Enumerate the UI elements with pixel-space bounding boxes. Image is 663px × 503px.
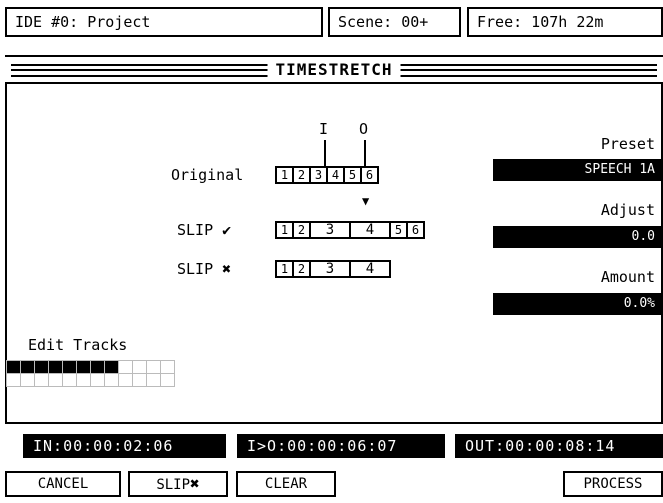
edit-track-cell[interactable] xyxy=(91,361,105,374)
edit-track-cell[interactable] xyxy=(63,361,77,374)
preset-field[interactable]: SPEECH 1A xyxy=(493,159,661,181)
segment-cell: 1 xyxy=(277,223,294,237)
edit-track-cell[interactable] xyxy=(147,361,161,374)
edit-track-cell[interactable] xyxy=(63,374,77,387)
down-arrow-icon: ▼ xyxy=(362,194,370,208)
edit-track-cell[interactable] xyxy=(133,361,147,374)
edit-tracks-grid[interactable] xyxy=(6,360,175,387)
segment-cell: 2 xyxy=(294,168,311,182)
edit-track-cell[interactable] xyxy=(21,374,35,387)
free-space-indicator: Free: 107h 22m xyxy=(467,7,663,37)
length-timecode: I>O:00:00:06:07 xyxy=(237,434,445,458)
amount-field[interactable]: 0.0% xyxy=(493,293,661,315)
slip-x-button-label: SLIP xyxy=(156,477,191,493)
edit-track-cell[interactable] xyxy=(105,361,119,374)
original-segments: 1 2 3 4 5 6 xyxy=(275,166,379,184)
in-marker: I xyxy=(319,120,329,138)
edit-track-cell[interactable] xyxy=(119,361,133,374)
edit-track-cell[interactable] xyxy=(105,374,119,387)
segment-cell: 1 xyxy=(277,262,294,276)
original-label: Original xyxy=(171,166,244,184)
edit-track-cell[interactable] xyxy=(7,361,21,374)
edit-track-cell[interactable] xyxy=(35,361,49,374)
out-marker: O xyxy=(359,120,369,138)
segment-cell: 5 xyxy=(391,223,408,237)
process-button[interactable]: PROCESS xyxy=(563,471,663,497)
slip-off-segments: 1 2 3 4 xyxy=(275,260,391,278)
amount-label: Amount xyxy=(600,268,655,286)
segment-cell: 3 xyxy=(311,262,351,276)
slip-off-label: SLIP ✖ xyxy=(177,260,232,278)
title-banner: TIMESTRETCH xyxy=(5,55,663,84)
cancel-button[interactable]: CANCEL xyxy=(5,471,121,497)
edit-track-cell[interactable] xyxy=(91,374,105,387)
out-marker-line xyxy=(364,140,366,166)
edit-track-cell[interactable] xyxy=(77,374,91,387)
edit-track-cell[interactable] xyxy=(21,361,35,374)
segment-cell: 1 xyxy=(277,168,294,182)
edit-track-cell[interactable] xyxy=(133,374,147,387)
segment-cell: 6 xyxy=(411,223,420,237)
slip-x-button[interactable]: SLIP✖ xyxy=(128,471,228,497)
edit-track-cell[interactable] xyxy=(7,374,21,387)
adjust-field[interactable]: 0.0 xyxy=(493,226,661,248)
slip-on-label: SLIP ✔ xyxy=(177,221,232,239)
in-marker-line xyxy=(324,140,326,166)
cross-icon: ✖ xyxy=(190,474,200,493)
segment-cell: 3 xyxy=(311,168,328,182)
segment-cell: 4 xyxy=(351,223,391,237)
page-title: TIMESTRETCH xyxy=(267,59,401,81)
preset-label: Preset xyxy=(600,135,655,153)
scene-indicator: Scene: 00+ xyxy=(328,7,461,37)
segment-cell: 2 xyxy=(294,262,311,276)
segment-cell: 2 xyxy=(294,223,311,237)
edit-track-cell[interactable] xyxy=(147,374,161,387)
segment-cell: 4 xyxy=(365,261,375,277)
edit-track-cell[interactable] xyxy=(49,374,63,387)
segment-cell: 3 xyxy=(311,223,351,237)
edit-track-cell[interactable] xyxy=(161,361,175,374)
adjust-label: Adjust xyxy=(600,201,655,219)
segment-cell: 5 xyxy=(345,168,362,182)
main-panel: I O Original 1 2 3 4 5 6 ▼ SLIP ✔ 1 2 3 … xyxy=(5,84,663,424)
clear-button[interactable]: CLEAR xyxy=(236,471,336,497)
edit-track-cell[interactable] xyxy=(77,361,91,374)
edit-tracks-label: Edit Tracks xyxy=(28,336,128,354)
project-name: IDE #0: Project xyxy=(5,7,323,37)
slip-on-segments: 1 2 3 4 5 6 xyxy=(275,221,425,239)
in-timecode: IN:00:00:02:06 xyxy=(23,434,226,458)
edit-track-cell[interactable] xyxy=(49,361,63,374)
segment-cell: 4 xyxy=(328,168,345,182)
edit-track-cell[interactable] xyxy=(119,374,133,387)
segment-cell: 6 xyxy=(365,168,374,182)
edit-track-cell[interactable] xyxy=(35,374,49,387)
edit-track-cell[interactable] xyxy=(161,374,175,387)
out-timecode: OUT:00:00:08:14 xyxy=(455,434,663,458)
